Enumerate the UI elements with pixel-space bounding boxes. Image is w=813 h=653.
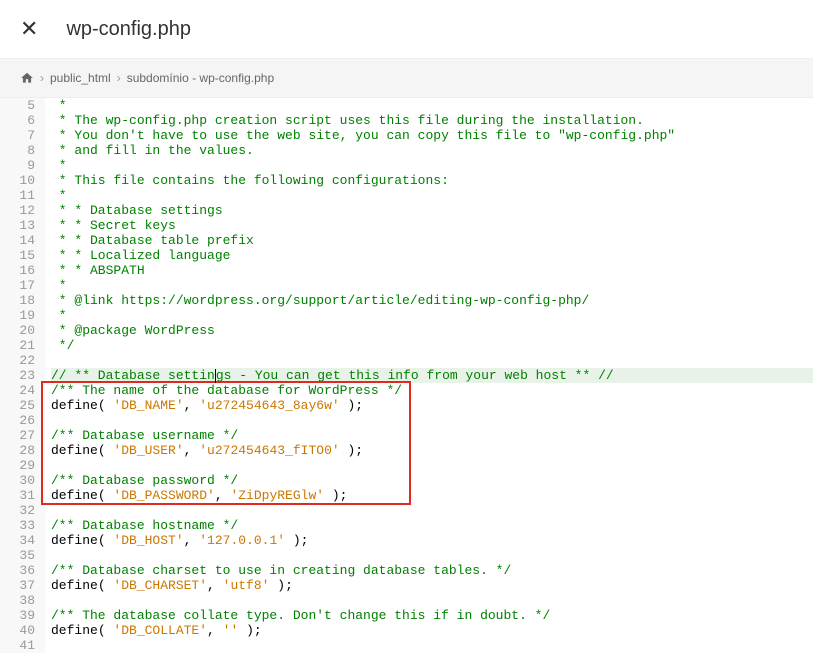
code-line[interactable]: /** The database collate type. Don't cha… (51, 608, 813, 623)
line-number: 16 (10, 263, 35, 278)
line-number: 32 (10, 503, 35, 518)
line-number: 13 (10, 218, 35, 233)
line-number: 21 (10, 338, 35, 353)
line-number: 31 (10, 488, 35, 503)
line-number: 39 (10, 608, 35, 623)
code-line[interactable] (51, 548, 813, 563)
line-number: 25 (10, 398, 35, 413)
code-line[interactable] (51, 638, 813, 653)
code-line[interactable]: * * ABSPATH (51, 263, 813, 278)
code-editor[interactable]: 5678910111213141516171819202122232425262… (0, 98, 813, 653)
code-line[interactable]: * (51, 98, 813, 113)
code-line[interactable]: * You don't have to use the web site, yo… (51, 128, 813, 143)
code-area[interactable]: * * The wp-config.php creation script us… (45, 98, 813, 653)
close-icon[interactable]: ✕ (20, 16, 38, 42)
breadcrumb-item[interactable]: public_html (50, 71, 111, 85)
line-number: 20 (10, 323, 35, 338)
code-line[interactable]: * * Localized language (51, 248, 813, 263)
line-number: 11 (10, 188, 35, 203)
code-line[interactable]: // ** Database settings - You can get th… (51, 368, 813, 383)
code-line[interactable]: define( 'DB_CHARSET', 'utf8' ); (51, 578, 813, 593)
code-line[interactable]: define( 'DB_NAME', 'u272454643_8ay6w' ); (51, 398, 813, 413)
code-line[interactable]: * and fill in the values. (51, 143, 813, 158)
code-line[interactable]: * * Database settings (51, 203, 813, 218)
line-number: 24 (10, 383, 35, 398)
code-line[interactable]: define( 'DB_USER', 'u272454643_fITO0' ); (51, 443, 813, 458)
line-number: 10 (10, 173, 35, 188)
code-line[interactable] (51, 458, 813, 473)
code-line[interactable]: * (51, 308, 813, 323)
code-line[interactable]: * * Secret keys (51, 218, 813, 233)
line-number: 15 (10, 248, 35, 263)
line-number: 29 (10, 458, 35, 473)
line-number: 7 (10, 128, 35, 143)
line-number: 28 (10, 443, 35, 458)
line-number: 22 (10, 353, 35, 368)
code-line[interactable]: * The wp-config.php creation script uses… (51, 113, 813, 128)
code-line[interactable]: /** Database charset to use in creating … (51, 563, 813, 578)
code-line[interactable] (51, 503, 813, 518)
breadcrumb-separator: › (40, 71, 44, 85)
line-number: 26 (10, 413, 35, 428)
code-line[interactable]: * * Database table prefix (51, 233, 813, 248)
code-line[interactable]: * @package WordPress (51, 323, 813, 338)
code-line[interactable]: define( 'DB_HOST', '127.0.0.1' ); (51, 533, 813, 548)
file-title: wp-config.php (66, 18, 191, 41)
code-line[interactable] (51, 413, 813, 428)
text-cursor (215, 369, 216, 383)
line-number: 40 (10, 623, 35, 638)
line-number: 27 (10, 428, 35, 443)
code-line[interactable]: * (51, 158, 813, 173)
code-line[interactable]: define( 'DB_COLLATE', '' ); (51, 623, 813, 638)
code-line[interactable] (51, 353, 813, 368)
line-number: 23 (10, 368, 35, 383)
code-line[interactable]: * (51, 188, 813, 203)
code-line[interactable]: define( 'DB_PASSWORD', 'ZiDpyREGlw' ); (51, 488, 813, 503)
code-line[interactable]: * This file contains the following confi… (51, 173, 813, 188)
line-gutter: 5678910111213141516171819202122232425262… (0, 98, 45, 653)
line-number: 12 (10, 203, 35, 218)
line-number: 33 (10, 518, 35, 533)
line-number: 19 (10, 308, 35, 323)
line-number: 6 (10, 113, 35, 128)
breadcrumb-item[interactable]: subdomínio - wp-config.php (127, 71, 274, 85)
breadcrumb: › public_html › subdomínio - wp-config.p… (0, 58, 813, 98)
line-number: 34 (10, 533, 35, 548)
line-number: 17 (10, 278, 35, 293)
line-number: 14 (10, 233, 35, 248)
code-line[interactable]: /** Database username */ (51, 428, 813, 443)
breadcrumb-separator: › (117, 71, 121, 85)
code-line[interactable]: * @link https://wordpress.org/support/ar… (51, 293, 813, 308)
line-number: 38 (10, 593, 35, 608)
code-line[interactable]: * (51, 278, 813, 293)
code-line[interactable]: /** The name of the database for WordPre… (51, 383, 813, 398)
line-number: 30 (10, 473, 35, 488)
code-line[interactable]: */ (51, 338, 813, 353)
code-line[interactable] (51, 593, 813, 608)
editor-header: ✕ wp-config.php (0, 0, 813, 58)
line-number: 41 (10, 638, 35, 653)
code-line[interactable]: /** Database password */ (51, 473, 813, 488)
line-number: 18 (10, 293, 35, 308)
line-number: 5 (10, 98, 35, 113)
line-number: 8 (10, 143, 35, 158)
line-number: 37 (10, 578, 35, 593)
line-number: 9 (10, 158, 35, 173)
home-icon[interactable] (20, 71, 34, 85)
line-number: 36 (10, 563, 35, 578)
code-line[interactable]: /** Database hostname */ (51, 518, 813, 533)
line-number: 35 (10, 548, 35, 563)
